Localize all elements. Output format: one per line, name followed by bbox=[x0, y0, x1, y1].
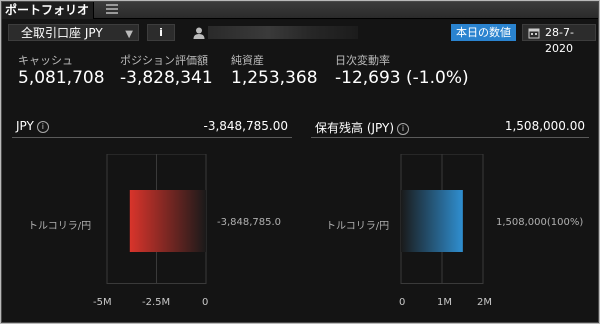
portfolio-window: ポートフォリオ 全取引口座 JPY ▼ i 本日の数値 28-7-2020 キャ… bbox=[1, 1, 599, 323]
user-name-masked bbox=[208, 26, 358, 39]
today-values-button[interactable]: 本日の数値 bbox=[451, 24, 516, 41]
right-chart: トルコリラ/円 1,508,000(100%) 0 1M 2M bbox=[300, 154, 598, 308]
info-circle-icon[interactable]: i bbox=[36, 121, 49, 133]
toolbar: 全取引口座 JPY ▼ i 本日の数値 28-7-2020 bbox=[2, 20, 598, 55]
title-bar: ポートフォリオ bbox=[2, 2, 598, 19]
metric-label: キャッシュ bbox=[18, 54, 73, 67]
metric-cash: キャッシュ 5,081,708 bbox=[18, 52, 105, 88]
left-panel-total: -3,848,785.00 bbox=[203, 119, 289, 133]
metric-label: 純資産 bbox=[231, 54, 264, 67]
chevron-down-icon: ▼ bbox=[125, 29, 133, 40]
right-panel-title: 保有残高 (JPY) i bbox=[315, 119, 410, 136]
metric-label: ポジション評価額 bbox=[120, 54, 208, 67]
account-select-value: 全取引口座 JPY bbox=[21, 26, 103, 40]
left-bar-value-label: -3,848,785.0 bbox=[217, 217, 282, 228]
chart-bar bbox=[129, 190, 206, 252]
metric-value: 1,253,368 bbox=[231, 68, 318, 88]
left-panel-header: JPY i -3,848,785.00 bbox=[12, 116, 292, 138]
right-panel-header: 保有残高 (JPY) i 1,508,000.00 bbox=[311, 116, 589, 138]
date-picker-button[interactable]: 28-7-2020 bbox=[522, 24, 596, 55]
right-panel-total: 1,508,000.00 bbox=[504, 119, 585, 133]
info-button[interactable]: i bbox=[147, 24, 175, 41]
left-panel-title: JPY i bbox=[16, 119, 49, 133]
metric-label: 日次変動率 bbox=[335, 54, 390, 67]
left-chart: トルコリラ/円 -3,848,785.0 -5M -2.5M 0 bbox=[2, 154, 300, 308]
info-circle-icon[interactable]: i bbox=[397, 123, 410, 135]
account-select[interactable]: 全取引口座 JPY ▼ bbox=[8, 24, 139, 41]
right-category-label: トルコリラ/円 bbox=[326, 221, 390, 232]
date-value: 28-7-2020 bbox=[545, 26, 574, 55]
calendar-icon bbox=[528, 28, 540, 39]
right-tick-label: 0 bbox=[399, 297, 406, 308]
right-tick-label: 1M bbox=[437, 297, 452, 308]
metric-daily-change: 日次変動率 -12,693 (-1.0%) bbox=[335, 52, 469, 88]
left-category-label: トルコリラ/円 bbox=[28, 221, 92, 232]
metric-value: 5,081,708 bbox=[18, 68, 105, 88]
left-tick-label: -2.5M bbox=[142, 297, 171, 308]
metric-value: -3,828,341 bbox=[120, 68, 213, 88]
chart-bar bbox=[401, 190, 463, 252]
left-tick-label: 0 bbox=[202, 297, 209, 308]
right-tick-label: 2M bbox=[477, 297, 492, 308]
user-icon bbox=[193, 27, 205, 39]
left-tick-label: -5M bbox=[93, 297, 112, 308]
right-bar-value-label: 1,508,000(100%) bbox=[496, 217, 584, 228]
metric-value: -12,693 (-1.0%) bbox=[335, 68, 469, 88]
hamburger-menu-icon[interactable] bbox=[106, 4, 118, 16]
metric-position-value: ポジション評価額 -3,828,341 bbox=[120, 52, 213, 88]
metric-net-assets: 純資産 1,253,368 bbox=[231, 52, 318, 88]
tab-portfolio[interactable]: ポートフォリオ bbox=[2, 2, 94, 19]
